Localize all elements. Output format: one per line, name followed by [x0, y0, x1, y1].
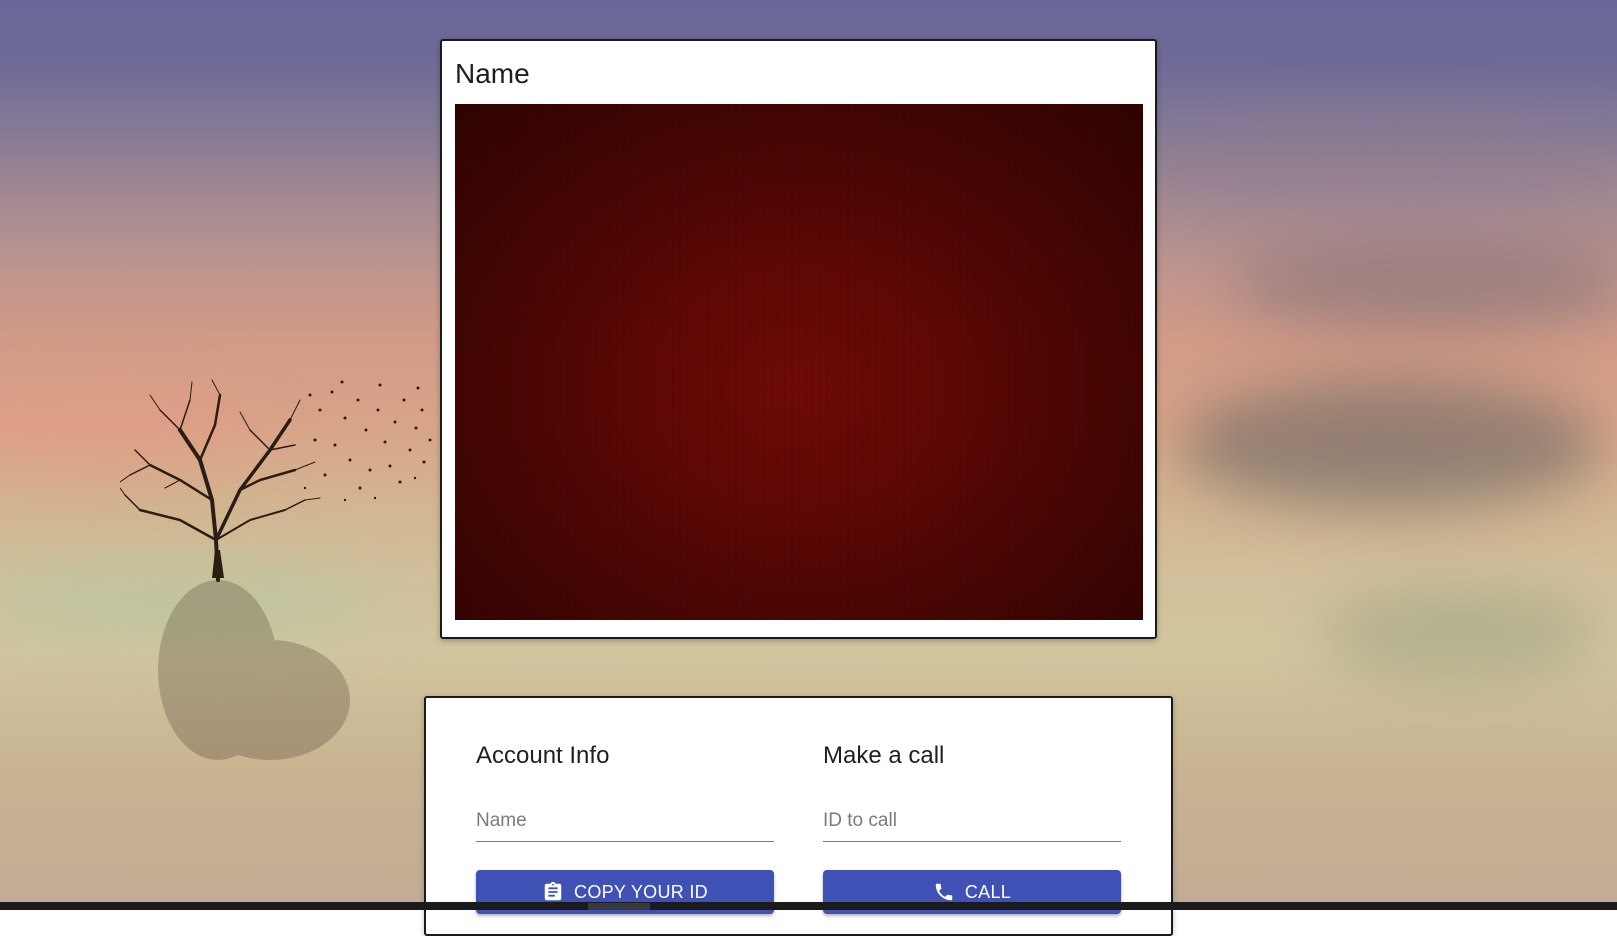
controls-card: Account Info COPY YOUR ID Make a call CA… [424, 696, 1173, 936]
tree-illustration [120, 379, 432, 760]
name-input[interactable] [476, 806, 774, 842]
phone-icon [933, 881, 955, 903]
video-player[interactable] [455, 104, 1143, 620]
id-to-call-input[interactable] [823, 806, 1121, 842]
horizontal-scrollbar[interactable] [0, 902, 1617, 910]
video-title: Name [455, 58, 530, 89]
video-card: Name [440, 39, 1157, 639]
call-label: CALL [964, 881, 1012, 902]
make-call-heading: Make a call [823, 742, 945, 769]
copy-id-label: COPY YOUR ID [574, 881, 708, 902]
clipboard-icon [542, 881, 564, 903]
scrollbar-thumb[interactable] [588, 903, 650, 910]
account-info-heading: Account Info [476, 742, 610, 769]
